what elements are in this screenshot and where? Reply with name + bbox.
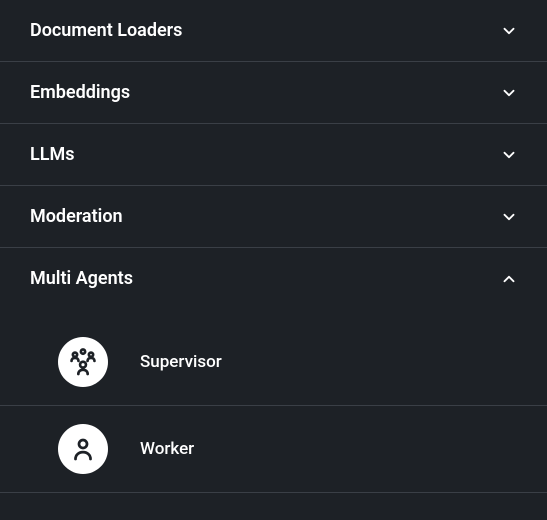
- category-multi-agents[interactable]: Multi Agents: [0, 248, 547, 309]
- supervisor-icon: [58, 337, 108, 387]
- category-embeddings[interactable]: Embeddings: [0, 62, 547, 124]
- category-label: LLMs: [30, 144, 74, 165]
- subitem-worker[interactable]: Worker: [0, 406, 547, 493]
- category-llms[interactable]: LLMs: [0, 124, 547, 186]
- chevron-down-icon: [499, 83, 519, 103]
- sidebar-nav: Document Loaders Embeddings LLMs Moderat…: [0, 0, 547, 493]
- category-label: Embeddings: [30, 82, 130, 103]
- chevron-down-icon: [499, 207, 519, 227]
- subitem-label: Worker: [140, 439, 194, 459]
- category-label: Document Loaders: [30, 20, 182, 41]
- chevron-up-icon: [499, 269, 519, 289]
- chevron-down-icon: [499, 21, 519, 41]
- worker-icon: [58, 424, 108, 474]
- category-label: Multi Agents: [30, 268, 133, 289]
- category-moderation[interactable]: Moderation: [0, 186, 547, 248]
- multi-agents-children: Supervisor Worker: [0, 309, 547, 493]
- subitem-label: Supervisor: [140, 352, 222, 372]
- category-label: Moderation: [30, 206, 123, 227]
- chevron-down-icon: [499, 145, 519, 165]
- subitem-supervisor[interactable]: Supervisor: [0, 319, 547, 406]
- category-document-loaders[interactable]: Document Loaders: [0, 0, 547, 62]
